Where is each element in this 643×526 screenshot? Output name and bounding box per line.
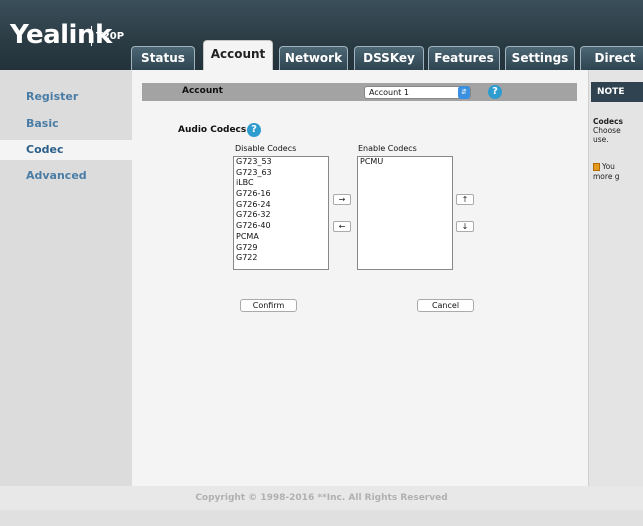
- cancel-button[interactable]: Cancel: [417, 299, 474, 312]
- note-panel: NOTE Codecs Choose use. You more g: [588, 70, 643, 486]
- tab-dsskey[interactable]: DSSKey: [354, 46, 424, 70]
- select-arrows-icon: ⇵: [458, 86, 470, 99]
- tab-network[interactable]: Network: [279, 46, 348, 70]
- note-tip: You: [593, 162, 615, 171]
- tab-status[interactable]: Status: [131, 46, 195, 70]
- list-item[interactable]: G726-24: [234, 200, 328, 211]
- book-icon: [593, 163, 600, 171]
- list-item[interactable]: G729: [234, 243, 328, 254]
- main-content: Account Account 1 ⇵ ? Audio Codecs ? Dis…: [132, 70, 588, 486]
- logo-divider: [91, 26, 92, 46]
- tab-directory[interactable]: Direct: [580, 46, 643, 70]
- move-down-button[interactable]: ↓: [456, 221, 474, 232]
- list-item[interactable]: G726-40: [234, 221, 328, 232]
- top-header: Yealink T20P Status Account Network DSSK…: [0, 0, 643, 71]
- note-tip-1: You: [602, 162, 615, 171]
- list-item[interactable]: G726-32: [234, 210, 328, 221]
- list-item[interactable]: PCMA: [234, 232, 328, 243]
- list-item[interactable]: PCMU: [358, 157, 452, 168]
- account-bar: Account Account 1 ⇵ ?: [142, 83, 577, 101]
- disabled-codecs-list[interactable]: G723_53 G723_63 iLBC G726-16 G726-24 G72…: [233, 156, 329, 270]
- list-item[interactable]: G723_53: [234, 157, 328, 168]
- account-help-icon[interactable]: ?: [488, 85, 502, 99]
- note-title: NOTE: [591, 82, 643, 102]
- enable-codecs-label: Enable Codecs: [358, 144, 417, 153]
- note-line-2: use.: [593, 135, 609, 144]
- note-heading: Codecs: [593, 117, 624, 126]
- account-select-value: Account 1: [369, 88, 409, 97]
- list-item[interactable]: G726-16: [234, 189, 328, 200]
- confirm-button[interactable]: Confirm: [240, 299, 297, 312]
- bottom-bar: [0, 510, 643, 526]
- disable-codecs-label: Disable Codecs: [235, 144, 297, 153]
- account-label: Account: [182, 86, 223, 96]
- sidebar: Register Basic Codec Advanced: [0, 70, 132, 486]
- move-left-button[interactable]: ←: [333, 221, 351, 232]
- enabled-codecs-list[interactable]: PCMU: [357, 156, 453, 270]
- audio-codecs-label: Audio Codecs: [178, 125, 247, 135]
- footer-copyright: Copyright © 1998-2016 **Inc. All Rights …: [195, 493, 448, 503]
- tab-account[interactable]: Account: [203, 40, 273, 71]
- move-right-button[interactable]: →: [333, 194, 351, 205]
- list-item[interactable]: G723_63: [234, 168, 328, 179]
- tab-settings[interactable]: Settings: [505, 46, 575, 70]
- model-label: T20P: [96, 31, 125, 42]
- sidebar-item-codec[interactable]: Codec: [0, 140, 132, 160]
- audio-codecs-help-icon[interactable]: ?: [247, 123, 261, 137]
- move-up-button[interactable]: ↑: [456, 194, 474, 205]
- sidebar-item-advanced[interactable]: Advanced: [0, 166, 132, 186]
- note-tip-2: more g: [593, 172, 620, 181]
- sidebar-item-register[interactable]: Register: [0, 87, 132, 107]
- note-line-1: Choose: [593, 126, 621, 135]
- list-item[interactable]: G722: [234, 253, 328, 264]
- tab-features[interactable]: Features: [428, 46, 500, 70]
- list-item[interactable]: iLBC: [234, 178, 328, 189]
- account-select[interactable]: Account 1 ⇵: [364, 86, 471, 99]
- sidebar-item-basic[interactable]: Basic: [0, 114, 132, 134]
